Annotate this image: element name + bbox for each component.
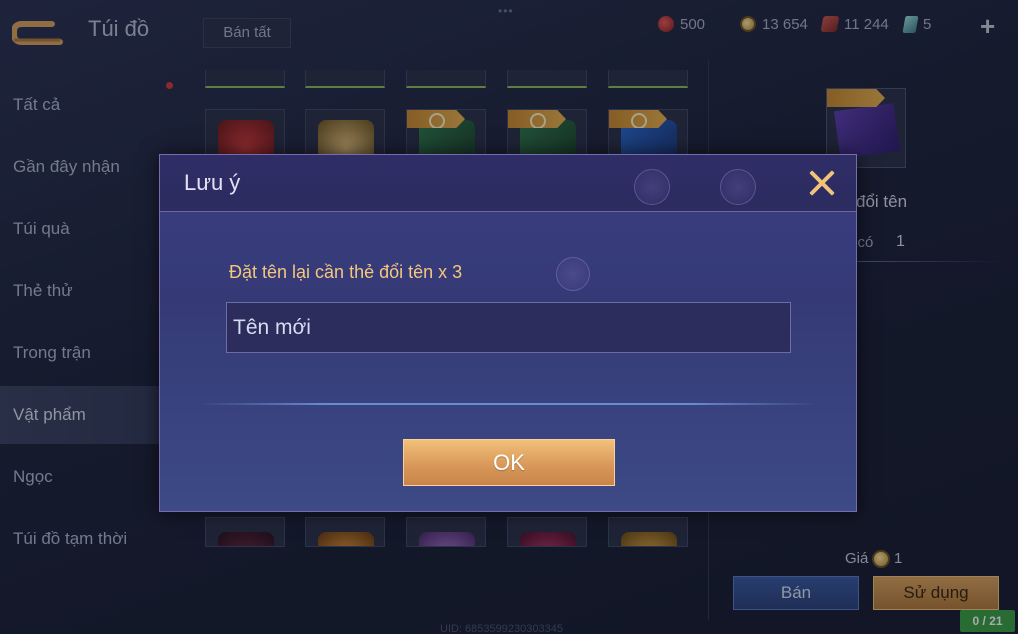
dialog-header: Lưu ý bbox=[160, 155, 856, 212]
decorative-circle bbox=[634, 169, 670, 205]
rename-requirement-text: Đặt tên lại cần thẻ đổi tên x 3 bbox=[229, 262, 463, 282]
dialog-divider bbox=[200, 403, 816, 405]
decorative-circle bbox=[556, 257, 590, 291]
close-icon[interactable] bbox=[804, 165, 840, 201]
rename-dialog: Lưu ý Đặt tên lại cần thẻ đổi tên x 3 OK bbox=[159, 154, 857, 512]
ok-button[interactable]: OK bbox=[403, 439, 615, 486]
dialog-title: Lưu ý bbox=[184, 170, 241, 195]
new-name-input[interactable] bbox=[226, 302, 791, 353]
decorative-circle bbox=[720, 169, 756, 205]
